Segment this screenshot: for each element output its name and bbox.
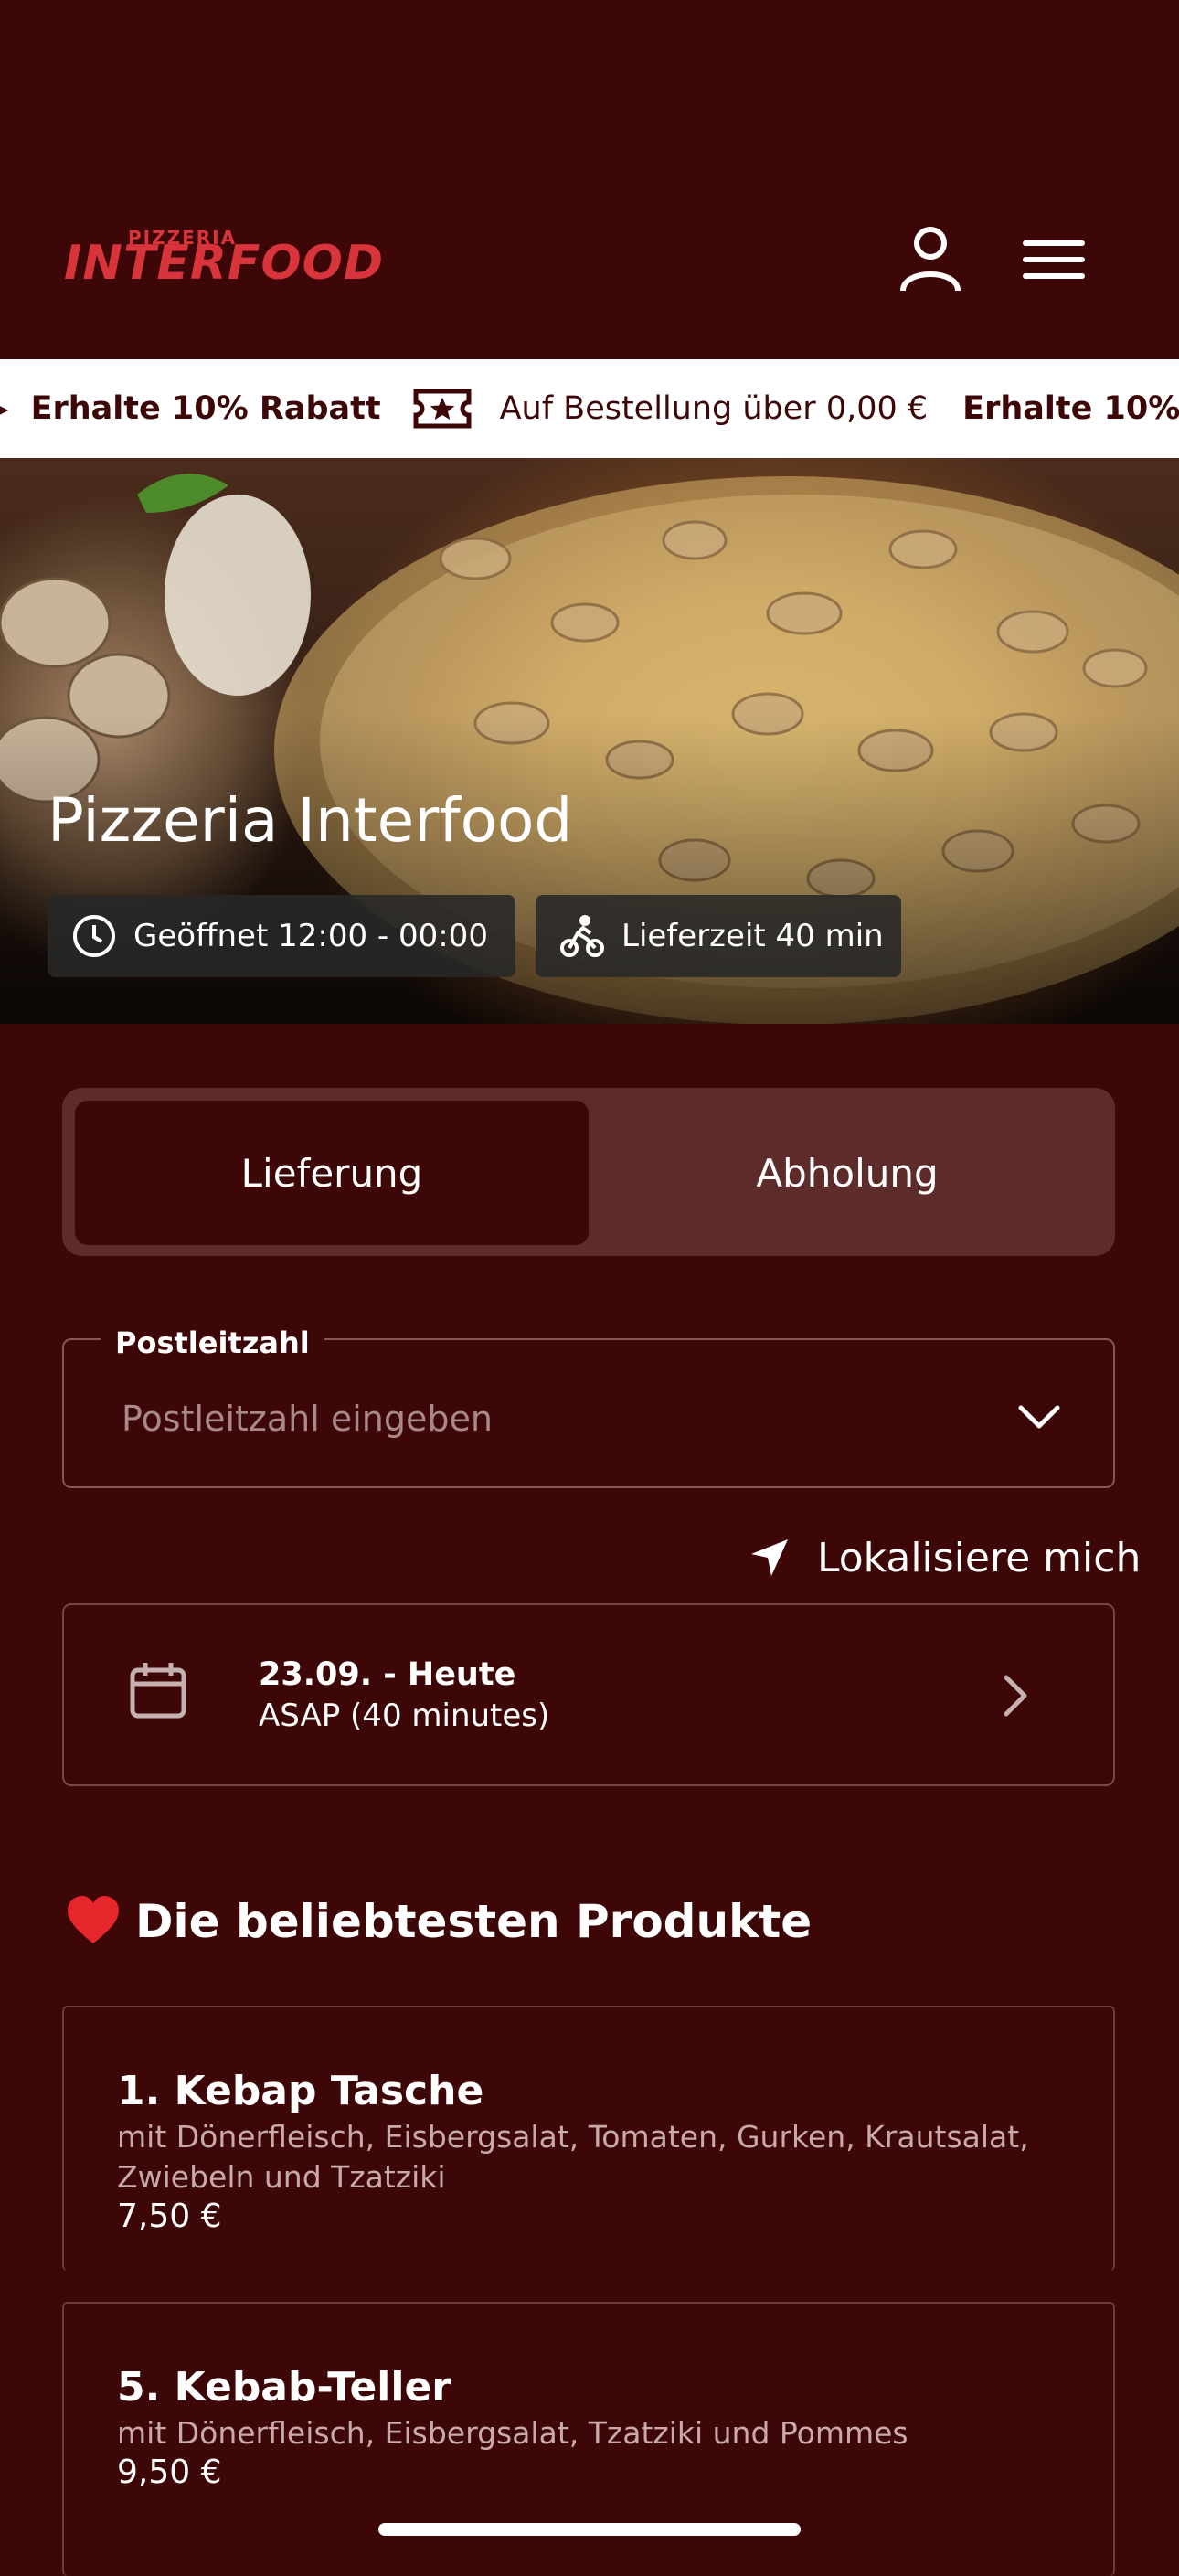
promo-text: Erhalte 10% Rabatt (30, 390, 381, 427)
product-description: Zwiebeln und Tzatziki (117, 2159, 446, 2195)
menu-icon[interactable] (1018, 223, 1091, 296)
product-card[interactable]: 1. Kebap Tasche mit Dönerfleisch, Eisber… (62, 2006, 1115, 2271)
promo-text: Erhalte 10% Rab (962, 390, 1179, 427)
locate-me-label: Lokalisiere mich (817, 1534, 1142, 1581)
product-name: 5. Kebab-Teller (117, 2364, 452, 2411)
restaurant-name: Pizzeria Interfood (48, 785, 573, 856)
heart-icon (66, 1894, 121, 1949)
popular-products-heading: Die beliebtesten Produkte (66, 1894, 812, 1949)
bike-courier-icon (559, 913, 605, 959)
delivery-slot: ASAP (40 minutes) (259, 1698, 550, 1734)
delivery-time-text: Lieferzeit 40 min (621, 918, 884, 954)
locate-me-button[interactable]: Lokalisiere mich (749, 1530, 1141, 1585)
ticket-icon (412, 386, 473, 431)
location-arrow-icon (749, 1538, 790, 1578)
calendar-icon (128, 1660, 188, 1720)
user-icon[interactable] (894, 223, 967, 296)
tab-pickup[interactable]: Abholung (590, 1101, 1104, 1245)
product-description: mit Dönerfleisch, Eisbergsalat, Tzatziki… (117, 2415, 908, 2451)
hero-image: Pizzeria Interfood Geöffnet 12:00 - 00:0… (0, 458, 1179, 1024)
clock-icon (71, 913, 117, 959)
postcode-placeholder[interactable]: Postleitzahl eingeben (122, 1399, 493, 1439)
product-name: 1. Kebap Tasche (117, 2068, 484, 2114)
product-price: 7,50 € (117, 2198, 222, 2235)
opening-hours-badge: Geöffnet 12:00 - 00:00 (48, 895, 515, 977)
postcode-label: Postleitzahl (101, 1325, 324, 1360)
tab-delivery[interactable]: Lieferung (75, 1101, 589, 1245)
product-price: 9,50 € (117, 2454, 222, 2491)
brand-logo[interactable]: INTERFOOD (64, 236, 384, 291)
delivery-time-selector[interactable] (62, 1603, 1115, 1786)
opening-hours-text: Geöffnet 12:00 - 00:00 (133, 918, 488, 954)
delivery-date: 23.09. - Heute (259, 1656, 516, 1693)
home-indicator[interactable] (378, 2523, 801, 2536)
popular-products-title: Die beliebtesten Produkte (135, 1895, 813, 1948)
chevron-right-icon (1002, 1673, 1029, 1719)
delivery-time-badge: Lieferzeit 40 min (536, 895, 901, 977)
ticket-icon-partial: ▸ (0, 390, 9, 427)
product-description: mit Dönerfleisch, Eisbergsalat, Tomaten,… (117, 2119, 1029, 2155)
promo-banner: ▸ Erhalte 10% Rabatt Auf Bestellung über… (0, 359, 1179, 458)
promo-text: Auf Bestellung über 0,00 € (499, 390, 929, 427)
chevron-down-icon[interactable] (1016, 1400, 1062, 1433)
